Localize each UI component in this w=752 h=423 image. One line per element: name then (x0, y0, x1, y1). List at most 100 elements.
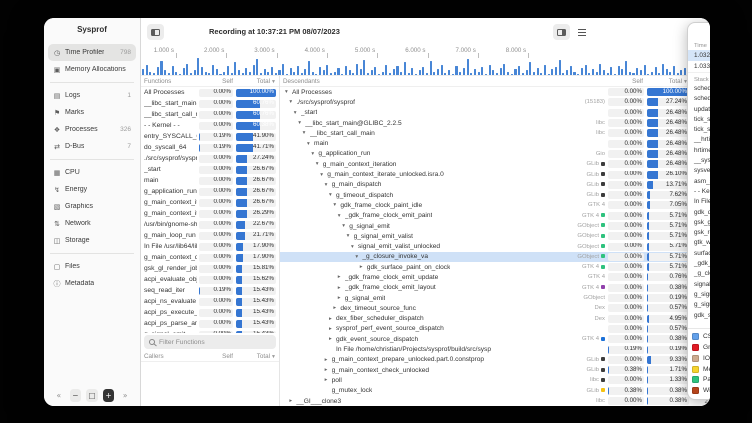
functions-column-header[interactable]: Functions (144, 78, 197, 85)
sidebar-item-storage[interactable]: ◫Storage (48, 232, 136, 249)
sidebar-item-files[interactable]: ▢Files (48, 258, 136, 275)
expander-open-icon[interactable]: ▾ (338, 213, 345, 219)
descendant-row[interactable]: ▾_start0.00%26.48%139 (280, 108, 710, 118)
descendant-row[interactable]: ▸_gdk_frame_clock_emit_updateGTK 40.00%0… (280, 272, 710, 282)
sidebar-item-processes[interactable]: ❖Processes326 (48, 121, 136, 138)
descendant-row[interactable]: ▾g_signal_emitGObject0.00%5.71%30 (280, 221, 710, 231)
function-row[interactable]: g_main_context_itera0.00%26.29% (141, 208, 279, 219)
callers-self-column-header[interactable]: Self (199, 353, 233, 360)
expander-open-icon[interactable]: ▾ (311, 151, 318, 157)
stack-frame[interactable]: tick_sched_timer (690, 125, 710, 135)
descendants-self-column-header[interactable]: Self (607, 78, 643, 85)
stack-frame[interactable]: gtk_widget_render (690, 238, 710, 248)
descendant-row[interactable]: ▾g_application_runGio0.00%26.48%139 (280, 149, 710, 159)
expander-closed-icon[interactable]: ▸ (325, 367, 332, 373)
stack-frame[interactable]: g_signal_emit (690, 300, 710, 310)
expander-closed-icon[interactable]: ▸ (289, 398, 296, 404)
expander-closed-icon[interactable]: ▸ (329, 316, 336, 322)
descendant-row[interactable]: g_mutex_lockGLib0.38%0.38%2 (280, 386, 710, 396)
self-column-header[interactable]: Self (199, 78, 233, 85)
descendant-row[interactable]: ▾__libc_start_call_mainlibc0.00%26.48%13… (280, 128, 710, 138)
stack-frame[interactable]: hrtimer_interrupt (690, 146, 710, 156)
stack-frame[interactable]: signal_emit_valist_unlocked (690, 280, 710, 290)
sidebar-item-marks[interactable]: ⚑Marks (48, 104, 136, 121)
function-row[interactable]: __libc_start_call_mai0.00%60.76% (141, 109, 279, 120)
sidebar-toggle-button[interactable] (147, 24, 164, 40)
stack-frame[interactable]: In File /usr/lib64/libGL.so.1.7.0+0x4b (690, 197, 710, 207)
descendant-row[interactable]: ▾gdk_frame_clock_paint_idleGTK 40.00%7.0… (280, 200, 710, 210)
callers-total-column-header[interactable]: Total▼ (236, 353, 276, 360)
stack-frame[interactable]: surface_render (690, 249, 710, 259)
descendant-row[interactable]: ▾./src/sysprof/sysprof(15183)0.00%27.24%… (280, 97, 710, 107)
descendant-row[interactable]: ▾g_main_context_iterate_unlocked.isra.0G… (280, 169, 710, 179)
function-row[interactable]: seq_read_iter0.19%15.43% (141, 285, 279, 296)
zoom-reset-button[interactable]: □ (86, 389, 98, 402)
expander-open-icon[interactable]: ▾ (289, 99, 296, 105)
descendant-row[interactable]: ▸_gdk_frame_clock_emit_layoutGTK 40.00%0… (280, 283, 710, 293)
zoom-fit-start-button[interactable]: « (53, 389, 65, 402)
descendant-row[interactable]: ▾__libc_start_main@GLIBC_2.2.5libc0.00%2… (280, 118, 710, 128)
descendant-row[interactable]: ▾main0.00%26.48%139 (280, 138, 710, 148)
sidebar-item-metadata[interactable]: ⓘMetadata (48, 275, 136, 292)
zoom-fit-end-button[interactable]: » (119, 389, 131, 402)
stack-frame[interactable]: _g_closure_invoke_va (690, 269, 710, 279)
descendant-row[interactable]: ▾g_main_context_iterationGLib0.00%26.48%… (280, 159, 710, 169)
stack-frame[interactable]: asm_sysvec_apic_timer_interrupt (690, 177, 710, 187)
function-row[interactable]: do_syscall_640.19%41.71% (141, 142, 279, 153)
stack-frame[interactable]: sched_clock_tick (690, 84, 710, 94)
expander-closed-icon[interactable]: ▸ (338, 285, 345, 291)
sidebar-item-cpu[interactable]: ▦CPU (48, 164, 136, 181)
stack-frame[interactable]: _gdk_marshal_BOOLEAN__BOXEDv (690, 259, 710, 269)
sidebar-item-graphics[interactable]: ▧Graphics (48, 198, 136, 215)
expander-open-icon[interactable]: ▾ (347, 233, 354, 239)
stack-frame[interactable]: gsk_gl_renderer_render (690, 218, 710, 228)
callers-column-header[interactable]: Callers (144, 353, 197, 360)
sidebar-item-logs[interactable]: ▤Logs1 (48, 87, 136, 104)
descendant-row[interactable]: ▸gdk_event_source_dispatchGTK 40.00%0.38… (280, 334, 710, 344)
expander-closed-icon[interactable]: ▸ (333, 305, 340, 311)
sample-row[interactable]: 1.032015183039 (688, 50, 710, 61)
zoom-out-button[interactable]: − (70, 389, 82, 402)
function-row[interactable]: /usr/bin/gnome-shell0.00%22.67% (141, 219, 279, 230)
descendant-row[interactable]: ▸gdk_surface_paint_on_clockGTK 40.00%5.7… (280, 262, 710, 272)
sidebar-item-time-profiler[interactable]: ◷Time Profiler798 (48, 44, 136, 61)
function-row[interactable]: main0.00%26.67% (141, 175, 279, 186)
timeline-histogram[interactable] (141, 58, 710, 76)
sidebar-item-energy[interactable]: ↯Energy (48, 181, 136, 198)
expander-closed-icon[interactable]: ▸ (338, 295, 345, 301)
sidebar-item-memory-allocations[interactable]: ▣Memory Allocations (48, 61, 136, 78)
expander-open-icon[interactable]: ▾ (355, 254, 362, 260)
stack-frame[interactable]: __sysvec_apic_timer_interrupt (690, 156, 710, 166)
function-row[interactable]: g_signal_emit0.00%15.43% (141, 329, 279, 333)
expander-closed-icon[interactable]: ▸ (360, 264, 367, 270)
stack-frame[interactable]: tick_sched_handle (690, 115, 710, 125)
descendants-total-column-header[interactable]: Total▼ (646, 78, 688, 85)
sample-row[interactable]: 1.033315183059 (688, 61, 710, 72)
expander-open-icon[interactable]: ▾ (298, 120, 305, 126)
descendant-row[interactable]: ▸dex_timeout_source_funcDex0.00%0.57%3 (280, 303, 710, 313)
expander-closed-icon[interactable]: ▸ (329, 326, 336, 332)
stack-panel-toggle-button[interactable] (553, 24, 570, 40)
expander-open-icon[interactable]: ▾ (303, 130, 310, 136)
descendant-row[interactable]: ▸g_main_context_prepare_unlocked.part.0.… (280, 355, 710, 365)
descendant-row[interactable]: ▸dex_fiber_scheduler_dispatchDex0.00%4.9… (280, 314, 710, 324)
descendant-row[interactable]: ▸__GI___clone3libc0.00%0.38%2 (280, 396, 710, 406)
stack-frame[interactable]: sysvec_apic_timer_interrupt (690, 166, 710, 176)
descendant-row[interactable]: ▾_gdk_frame_clock_emit_paintGTK 40.00%5.… (280, 211, 710, 221)
sidebar-item-d-bus[interactable]: ⇄D-Bus7 (48, 138, 136, 155)
function-row[interactable]: acpi_ns_evaluate0.00%15.43% (141, 296, 279, 307)
expander-open-icon[interactable]: ▾ (316, 161, 323, 167)
expander-open-icon[interactable]: ▾ (294, 110, 301, 116)
expander-closed-icon[interactable]: ▸ (325, 377, 332, 383)
descendant-row[interactable]: In File /home/christian/Projects/sysprof… (280, 344, 710, 354)
descendant-row[interactable]: ▸polllibc0.00%1.33%7 (280, 375, 710, 385)
stack-frame[interactable]: scheduler_tick (690, 94, 710, 104)
descendant-row[interactable]: ▾signal_emit_valist_unlockedGObject0.00%… (280, 241, 710, 251)
function-row[interactable]: g_main_loop_run0.00%21.71% (141, 230, 279, 241)
expander-open-icon[interactable]: ▾ (320, 172, 327, 178)
stack-frame[interactable]: gsk_renderer_render (690, 228, 710, 238)
function-row[interactable]: entry_SYSCALL_64_a0.19%41.90% (141, 131, 279, 142)
stack-frame[interactable]: __hrtimer_run_queues (690, 135, 710, 145)
stack-frame[interactable]: update_process_times (690, 105, 710, 115)
function-row[interactable]: __libc_start_main@G0.00%60.76% (141, 98, 279, 109)
